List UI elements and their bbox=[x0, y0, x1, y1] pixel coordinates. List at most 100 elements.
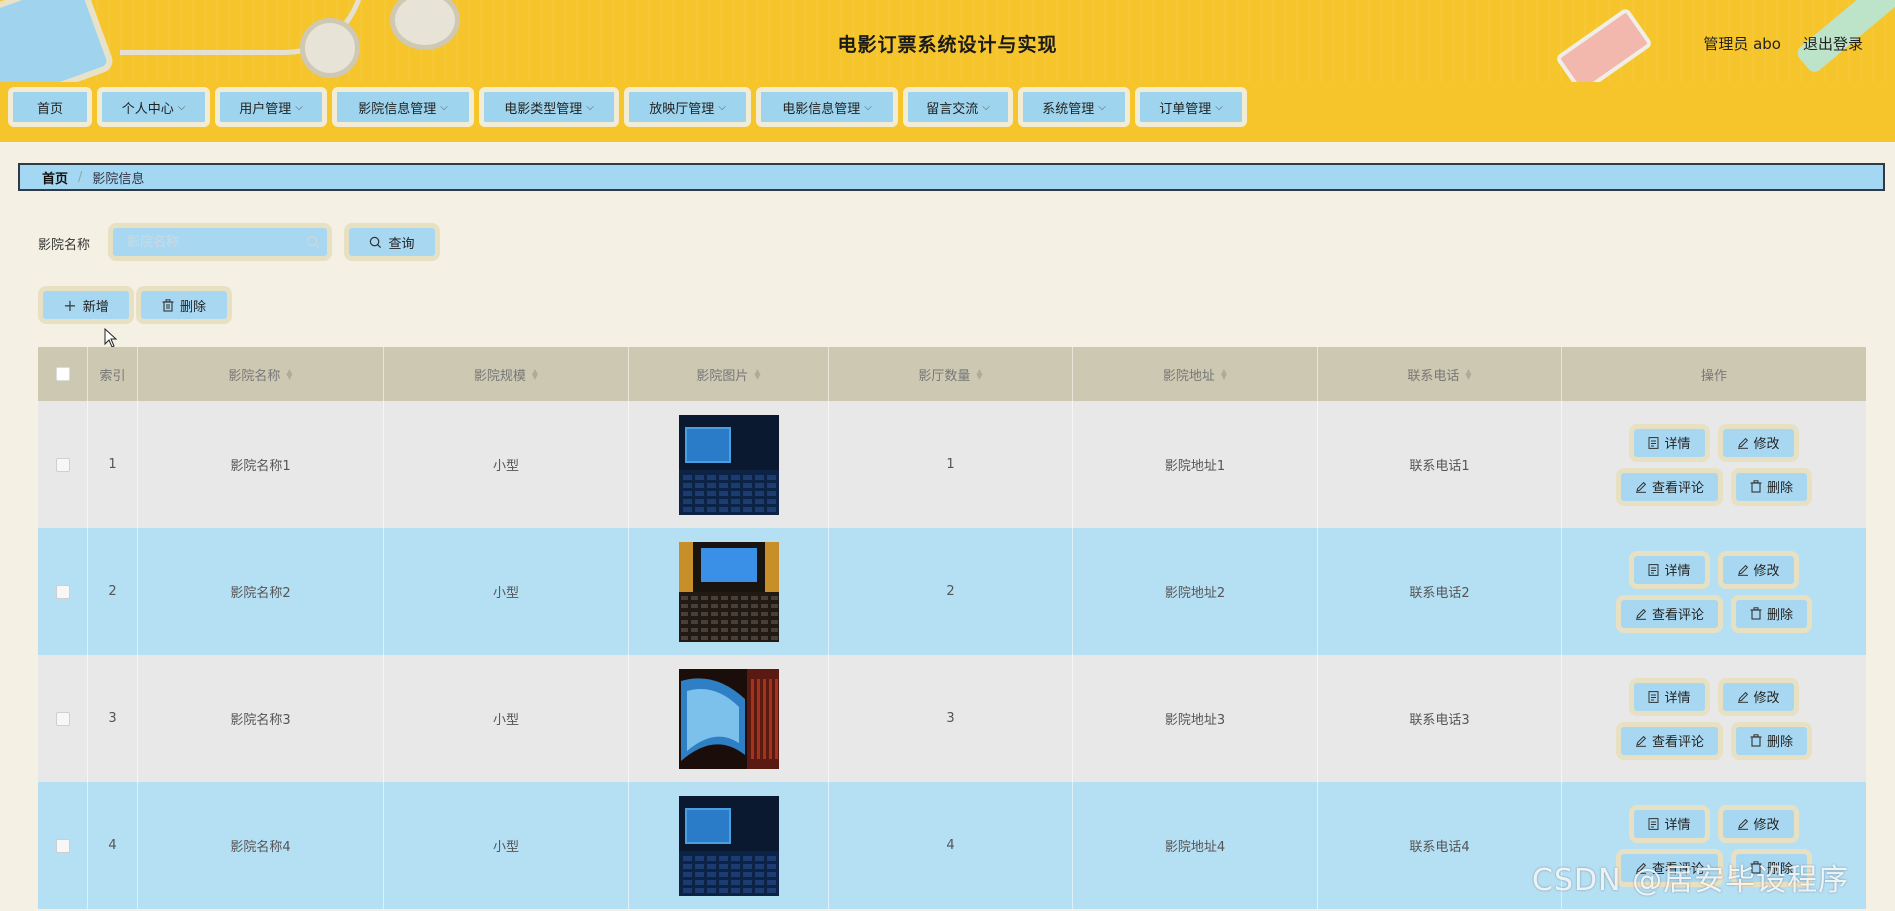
search-icon bbox=[370, 236, 382, 248]
breadcrumb-separator: / bbox=[78, 169, 83, 185]
breadcrumb: 首页 / 影院信息 bbox=[18, 163, 1885, 191]
cell-actions: 详情 修改查看评论 删除 bbox=[1562, 655, 1866, 782]
search-input[interactable] bbox=[113, 228, 327, 256]
nav-item-label: 系统管理 bbox=[1042, 101, 1095, 117]
column-header-name[interactable]: 影院名称 ▲ ▼ bbox=[138, 347, 384, 401]
cell-index: 2 bbox=[88, 528, 138, 655]
edit-button[interactable]: 修改 bbox=[1717, 677, 1799, 716]
nav-item-cinema-info[interactable]: 影院信息管理 ⌵ bbox=[332, 87, 474, 127]
document-icon bbox=[1648, 817, 1659, 830]
column-header-image[interactable]: 影院图片 ▲ ▼ bbox=[629, 347, 829, 401]
row-checkbox[interactable] bbox=[55, 584, 70, 599]
nav-item-personal-center[interactable]: 个人中心 ⌵ bbox=[97, 87, 210, 127]
search-icon bbox=[306, 235, 319, 248]
nav-item-system-management[interactable]: 系统管理 ⌵ bbox=[1018, 87, 1130, 127]
column-header-label: 影院地址 bbox=[1162, 368, 1215, 384]
cinema-thumbnail[interactable] bbox=[678, 795, 779, 896]
column-header-label: 联系电话 bbox=[1407, 368, 1460, 384]
edit-button[interactable]: 修改 bbox=[1717, 804, 1799, 843]
delete-button[interactable]: 删除 bbox=[1731, 721, 1813, 760]
add-button[interactable]: + 新增 bbox=[38, 286, 134, 324]
chevron-down-icon: ⌵ bbox=[1215, 101, 1223, 113]
trash-icon bbox=[1750, 607, 1762, 620]
cell-index: 3 bbox=[88, 655, 138, 782]
current-user[interactable]: 管理员 abo bbox=[1703, 33, 1781, 54]
edit-button[interactable]: 修改 bbox=[1717, 550, 1799, 589]
delete-button[interactable]: 删除 bbox=[1731, 594, 1813, 633]
detail-button[interactable]: 详情 bbox=[1629, 804, 1710, 843]
view-comments-button[interactable]: 查看评论 bbox=[1615, 721, 1723, 760]
sort-icon[interactable]: ▲ ▼ bbox=[532, 368, 538, 381]
view-comments-button[interactable]: 查看评论 bbox=[1615, 594, 1723, 633]
nav-item-movie-info[interactable]: 电影信息管理 ⌵ bbox=[756, 87, 898, 127]
search-button[interactable]: 查询 bbox=[344, 223, 440, 261]
sort-icon[interactable]: ▲ ▼ bbox=[976, 368, 982, 381]
nav-item-movie-type[interactable]: 电影类型管理 ⌵ bbox=[479, 87, 619, 127]
sort-icon[interactable]: ▲ ▼ bbox=[286, 368, 292, 381]
column-header-actions: 操作 bbox=[1562, 347, 1866, 401]
select-all-cell bbox=[38, 347, 88, 401]
row-select-cell bbox=[38, 528, 88, 655]
detail-button[interactable]: 详情 bbox=[1629, 423, 1710, 462]
cell-actions: 详情 修改查看评论 删除 bbox=[1562, 401, 1866, 528]
detail-button[interactable]: 详情 bbox=[1629, 677, 1710, 716]
column-header-label: 影厅数量 bbox=[918, 368, 971, 384]
column-header-scale[interactable]: 影院规模 ▲ ▼ bbox=[384, 347, 629, 401]
view-comments-button[interactable]: 查看评论 bbox=[1615, 467, 1723, 506]
sort-icon[interactable]: ▲ ▼ bbox=[754, 368, 760, 381]
cell-address: 影院地址3 bbox=[1073, 655, 1318, 782]
top-nav: 首页 个人中心 ⌵ 用户管理 ⌵ 影院信息管理 ⌵ 电影类型管理 ⌵ 放映厅管理… bbox=[0, 82, 1895, 142]
nav-item-order-management[interactable]: 订单管理 ⌵ bbox=[1135, 87, 1247, 127]
chevron-down-icon: ⌵ bbox=[177, 101, 186, 113]
edit-button-label: 修改 bbox=[1753, 818, 1780, 833]
edit-icon bbox=[1737, 564, 1748, 576]
bulk-delete-button[interactable]: 删除 bbox=[136, 286, 232, 324]
nav-item-label: 个人中心 bbox=[121, 101, 174, 117]
bulk-delete-button-label: 删除 bbox=[179, 299, 206, 315]
edit-icon bbox=[1635, 735, 1647, 747]
nav-item-hall-management[interactable]: 放映厅管理 ⌵ bbox=[624, 87, 751, 127]
cell-index: 1 bbox=[88, 401, 138, 528]
cinema-thumbnail[interactable] bbox=[678, 414, 779, 515]
column-header-label: 索引 bbox=[99, 368, 126, 384]
cinema-thumbnail[interactable] bbox=[678, 668, 779, 769]
cell-image bbox=[629, 655, 829, 782]
nav-item-label: 放映厅管理 bbox=[649, 101, 715, 117]
logout-link[interactable]: 退出登录 bbox=[1803, 33, 1863, 54]
cell-image bbox=[629, 528, 829, 655]
mouse-cursor-icon bbox=[104, 328, 118, 348]
cell-address: 影院地址2 bbox=[1073, 528, 1318, 655]
nav-item-home[interactable]: 首页 bbox=[8, 87, 92, 127]
detail-button[interactable]: 详情 bbox=[1629, 550, 1710, 589]
cell-address: 影院地址4 bbox=[1073, 782, 1318, 909]
column-header-halls[interactable]: 影厅数量 ▲ ▼ bbox=[829, 347, 1073, 401]
breadcrumb-home[interactable]: 首页 bbox=[42, 168, 68, 187]
cell-phone: 联系电话1 bbox=[1318, 401, 1562, 528]
cell-index: 4 bbox=[88, 782, 138, 909]
watermark: CSDN @居安毕设程序 bbox=[1532, 863, 1850, 898]
cell-phone: 联系电话3 bbox=[1318, 655, 1562, 782]
cell-image bbox=[629, 782, 829, 909]
cinema-thumbnail[interactable] bbox=[678, 541, 779, 642]
column-header-address[interactable]: 影院地址 ▲ ▼ bbox=[1073, 347, 1318, 401]
table-header: 索引 影院名称 ▲ ▼ 影院规模 ▲ ▼ 影院图片 ▲ ▼ 影厅数量 ▲ ▼ 影院地址 ▲ ▼ 联系… bbox=[38, 347, 1866, 401]
breadcrumb-current: 影院信息 bbox=[92, 171, 145, 187]
add-button-label: 新增 bbox=[82, 299, 109, 315]
sort-icon[interactable]: ▲ ▼ bbox=[1221, 368, 1227, 381]
row-checkbox[interactable] bbox=[55, 457, 70, 472]
sort-icon[interactable]: ▲ ▼ bbox=[1465, 368, 1471, 381]
cell-scale: 小型 bbox=[384, 401, 629, 528]
nav-item-label: 留言交流 bbox=[926, 101, 979, 117]
row-checkbox[interactable] bbox=[55, 711, 70, 726]
select-all-checkbox[interactable] bbox=[55, 367, 70, 381]
view-comments-button-label: 查看评论 bbox=[1651, 481, 1704, 496]
row-checkbox[interactable] bbox=[55, 838, 70, 853]
column-header-phone[interactable]: 联系电话 ▲ ▼ bbox=[1318, 347, 1562, 401]
nav-item-user-management[interactable]: 用户管理 ⌵ bbox=[215, 87, 327, 127]
edit-button[interactable]: 修改 bbox=[1717, 423, 1799, 462]
document-icon bbox=[1648, 563, 1659, 576]
delete-button[interactable]: 删除 bbox=[1731, 467, 1813, 506]
delete-button-label: 删除 bbox=[1767, 608, 1794, 623]
app-title: 电影订票系统设计与实现 bbox=[837, 34, 1058, 56]
nav-item-messages[interactable]: 留言交流 ⌵ bbox=[903, 87, 1013, 127]
